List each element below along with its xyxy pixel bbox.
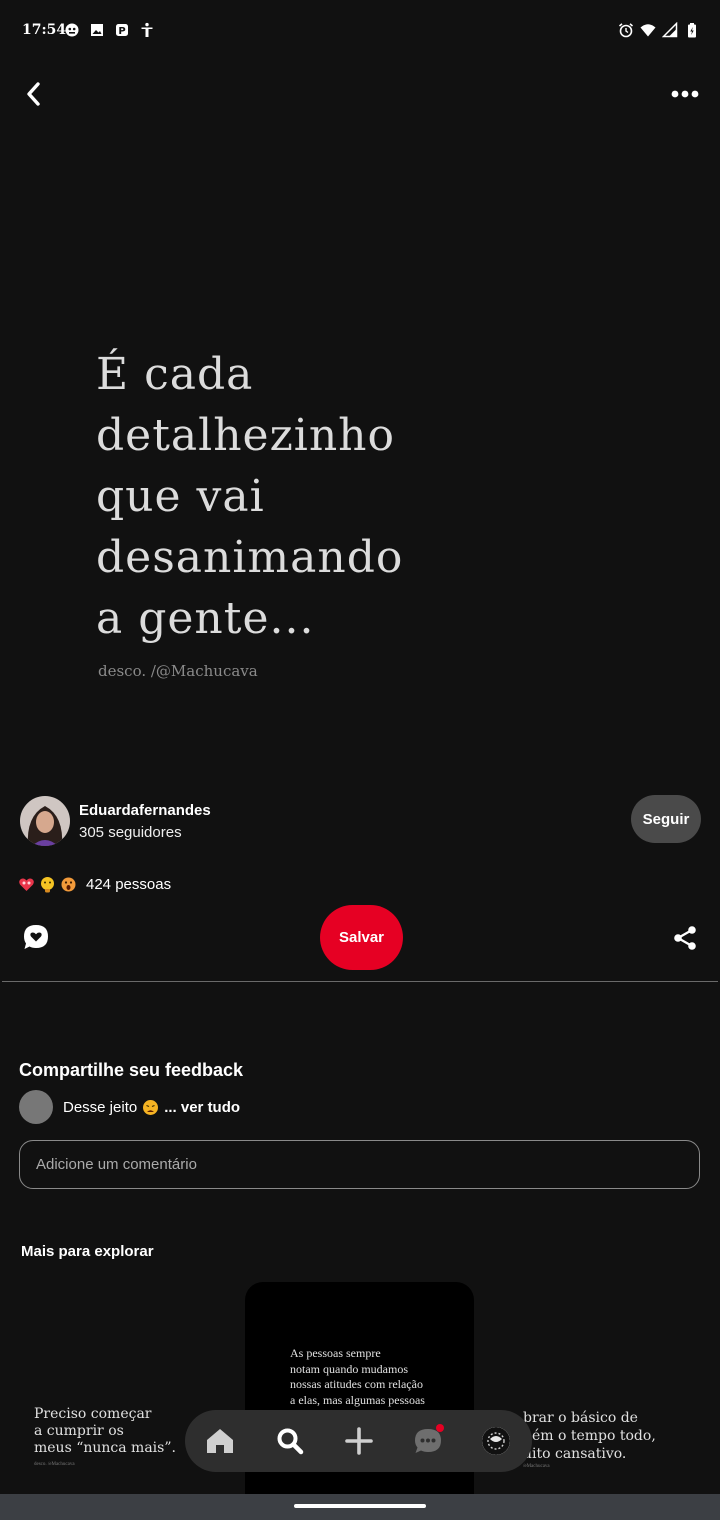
home-indicator[interactable] [294, 1504, 426, 1508]
creator-followers: 305 seguidores [79, 824, 182, 841]
shocked-emoji [61, 877, 76, 891]
image-icon [91, 24, 103, 36]
status-time: 17:54 [22, 22, 67, 38]
explore-card[interactable]: brar o básico de bém o tempo todo, uito … [505, 1380, 720, 1494]
heart-eyes-emoji [19, 878, 34, 891]
pin-credit: desco. /@Machucava [98, 662, 258, 680]
share-icon [674, 926, 696, 950]
divider [2, 981, 718, 982]
top-comment[interactable]: Desse jeito ... ver tudo [19, 1090, 240, 1124]
explore-card-text: Preciso começar a cumprir os meus “nunca… [34, 1406, 176, 1456]
see-all-link[interactable]: ... ver tudo [164, 1099, 240, 1116]
battery-icon [688, 23, 696, 38]
comment-bubble-icon [24, 925, 48, 949]
pin-quote-text: É cada detalhezinho que vai desanimando … [96, 349, 404, 644]
explore-title: Mais para explorar [21, 1243, 154, 1260]
notification-dot [436, 1424, 444, 1432]
explore-card-credit: /eMachucava [523, 1464, 550, 1469]
status-bar: 17:54 P [0, 0, 720, 62]
chevron-left-icon [27, 82, 40, 106]
bottom-nav [185, 1410, 532, 1472]
save-button[interactable]: Salvar [320, 905, 403, 970]
reactions-row[interactable]: 424 pessoas [18, 873, 171, 895]
back-button[interactable] [18, 78, 50, 110]
creator-row: Eduardafernandes 305 seguidores Seguir [0, 792, 720, 852]
creator-name[interactable]: Eduardafernandes [79, 802, 211, 819]
pin-image[interactable]: É cada detalhezinho que vai desanimando … [0, 130, 720, 780]
profile-avatar-image [482, 1427, 510, 1455]
commenter-avatar[interactable] [19, 1090, 53, 1124]
status-icons-left: P [64, 22, 155, 38]
status-icons-right [618, 22, 700, 38]
wifi-icon [640, 24, 656, 37]
more-horizontal-icon [671, 90, 699, 98]
accessibility-icon [141, 22, 153, 37]
explore-card-credit: desco. /eMachucava [34, 1462, 75, 1467]
face-mask-icon [65, 23, 79, 37]
comment-button[interactable] [22, 923, 50, 951]
feedback-title: Compartilhe seu feedback [19, 1060, 244, 1080]
profile-avatar[interactable] [482, 1427, 510, 1455]
signal-icon [662, 22, 678, 38]
thinking-emoji [41, 876, 54, 892]
creator-avatar[interactable] [20, 796, 70, 846]
svg-text:P: P [118, 26, 125, 37]
gesture-bar [0, 1494, 720, 1520]
tired-face-emoji [143, 1099, 159, 1115]
parking-icon: P [116, 24, 128, 37]
avatar-image [20, 796, 70, 846]
plus-icon[interactable] [344, 1426, 374, 1456]
home-icon[interactable] [205, 1426, 235, 1456]
share-button[interactable] [672, 925, 698, 951]
comment-text: Desse jeito [63, 1098, 138, 1116]
search-icon[interactable] [275, 1426, 305, 1456]
alarm-icon [618, 23, 634, 38]
more-options-button[interactable] [668, 80, 702, 108]
explore-card-text: As pessoas sempre notam quando mudamos n… [290, 1346, 425, 1407]
messages-button[interactable] [413, 1424, 444, 1456]
explore-card[interactable]: Preciso começar a cumprir os meus “nunca… [0, 1378, 210, 1494]
explore-card-text: brar o básico de bém o tempo todo, uito … [523, 1410, 656, 1462]
reaction-count: 424 pessoas [86, 875, 172, 893]
comment-input[interactable] [19, 1140, 700, 1189]
follow-button[interactable]: Seguir [631, 795, 701, 843]
